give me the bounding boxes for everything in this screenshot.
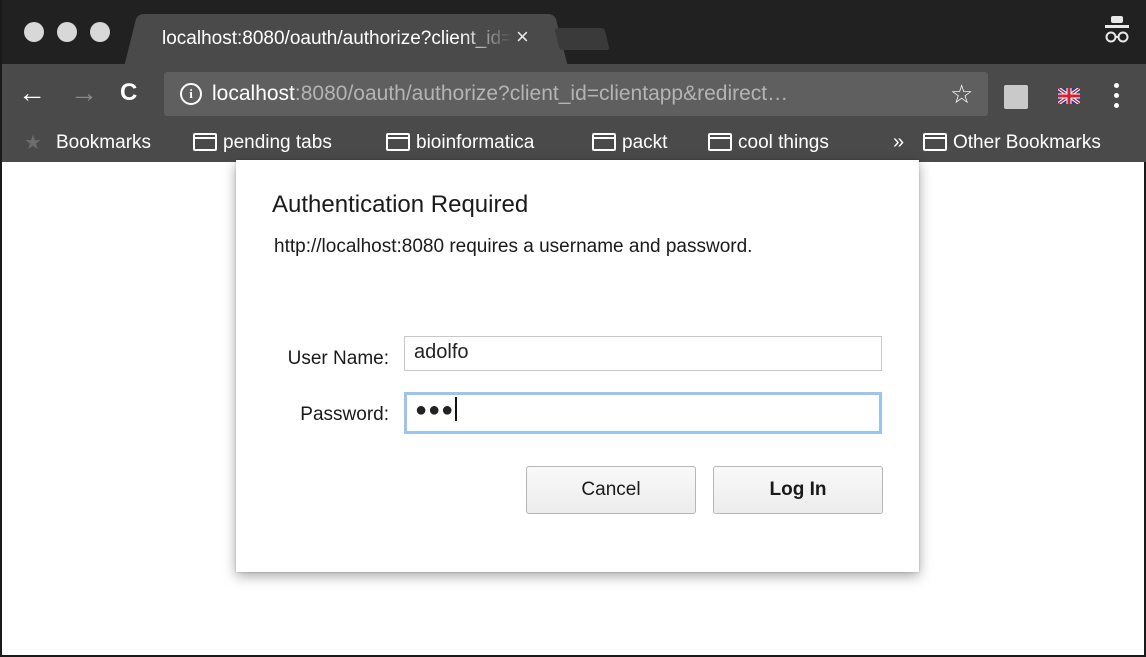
address-bar[interactable]: i localhost:8080/oauth/authorize?client_… xyxy=(164,72,988,116)
username-value: adolfo xyxy=(414,341,469,363)
cancel-button[interactable]: Cancel xyxy=(526,466,696,514)
uk-flag-extension-icon[interactable] xyxy=(1058,88,1080,104)
folder-icon xyxy=(708,133,732,151)
folder-icon xyxy=(193,133,217,151)
menu-kebab-icon[interactable] xyxy=(1114,83,1120,109)
reload-icon[interactable]: C xyxy=(120,78,137,108)
folder-icon xyxy=(923,133,947,151)
forward-arrow-icon[interactable]: → xyxy=(70,78,98,108)
zoom-window-button[interactable] xyxy=(90,22,110,42)
text-cursor xyxy=(455,397,458,421)
browser-window: localhost:8080/oauth/authorize?client_id… xyxy=(0,0,1146,657)
new-tab-button[interactable] xyxy=(554,28,610,50)
url-host: localhost xyxy=(212,82,295,105)
bookmark-folder[interactable]: bioinformatica xyxy=(386,132,534,154)
url-text: localhost:8080/oauth/authorize?client_id… xyxy=(212,82,788,106)
auth-dialog: Authentication Required http://localhost… xyxy=(236,160,919,572)
close-window-button[interactable] xyxy=(24,22,44,42)
other-bookmarks-folder[interactable]: Other Bookmarks xyxy=(923,132,1101,154)
title-bar: localhost:8080/oauth/authorize?client_id… xyxy=(2,0,1146,64)
bookmark-folder[interactable]: cool things xyxy=(708,132,829,154)
password-field[interactable]: ●●● xyxy=(404,392,882,434)
tab-close-icon[interactable]: × xyxy=(516,26,529,48)
bookmarks-label[interactable]: Bookmarks xyxy=(56,132,151,154)
bookmark-star-icon[interactable]: ☆ xyxy=(950,79,973,109)
folder-icon xyxy=(592,133,616,151)
username-label: User Name: xyxy=(287,348,389,369)
url-path: :8080/oauth/authorize?client_id=clientap… xyxy=(294,82,789,105)
bookmarks-star-icon: ★ xyxy=(24,132,42,154)
bookmarks-overflow-icon[interactable]: » xyxy=(893,131,904,154)
back-arrow-icon[interactable]: ← xyxy=(18,78,46,108)
incognito-icon xyxy=(1105,16,1129,43)
toolbar: ← → C i localhost:8080/oauth/authorize?c… xyxy=(2,64,1146,126)
bookmarks-bar: ★ Bookmarks pending tabs bioinformatica … xyxy=(2,126,1146,162)
info-icon[interactable]: i xyxy=(180,83,202,105)
extension-icon[interactable] xyxy=(1004,85,1028,109)
minimize-window-button[interactable] xyxy=(57,22,77,42)
password-label: Password: xyxy=(300,404,389,425)
folder-icon xyxy=(386,133,410,151)
dialog-title: Authentication Required xyxy=(272,191,529,218)
password-masked-value: ●●● xyxy=(415,399,455,421)
dialog-message: http://localhost:8080 requires a usernam… xyxy=(274,236,753,257)
bookmark-folder[interactable]: packt xyxy=(592,132,667,154)
active-tab[interactable]: localhost:8080/oauth/authorize?client_id… xyxy=(140,14,552,64)
username-field[interactable]: adolfo xyxy=(404,336,882,371)
tab-title: localhost:8080/oauth/authorize?client_id… xyxy=(162,28,512,49)
bookmark-folder[interactable]: pending tabs xyxy=(193,132,332,154)
login-button[interactable]: Log In xyxy=(713,466,883,514)
